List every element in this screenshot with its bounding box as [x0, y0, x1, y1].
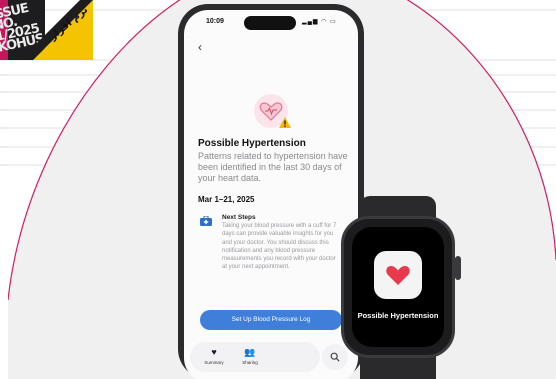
dynamic-island	[244, 16, 296, 30]
tab-summary[interactable]: ♥ Summary	[194, 346, 234, 365]
next-steps-body: Taking your blood pressure with a cuff f…	[222, 223, 337, 271]
tab-sharing-label: Sharing	[242, 360, 258, 365]
search-icon	[330, 352, 340, 362]
heart-icon: ♥	[211, 347, 217, 357]
iphone-device: 10:09 ▂▄▆ ◠ ▭ ‹ Possible Hypertension Pa…	[178, 4, 364, 379]
watch-screen: Possible Hypertension	[352, 227, 444, 347]
tab-summary-label: Summary	[204, 360, 224, 365]
setup-blood-pressure-log-button[interactable]: Set Up Blood Pressure Log	[200, 310, 342, 330]
heart-app-icon	[374, 251, 422, 299]
date-range: Mar 1–21, 2025	[198, 195, 255, 204]
health-app-screen: 10:09 ▂▄▆ ◠ ▭ ‹ Possible Hypertension Pa…	[184, 10, 358, 379]
people-icon: 👥	[244, 347, 256, 357]
watch-notification-text: Possible Hypertension	[357, 311, 439, 320]
status-icons: ▂▄▆ ◠ ▭	[302, 19, 337, 25]
apple-watch-device: Possible Hypertension	[341, 216, 455, 358]
status-time: 10:09	[206, 18, 224, 25]
chevron-left-icon[interactable]: ‹	[198, 40, 202, 54]
medical-kit-icon	[200, 216, 212, 226]
tab-bar: ♥ Summary 👥 Sharing	[190, 342, 320, 372]
heart-icon	[386, 266, 410, 285]
page-title: Possible Hypertension	[198, 138, 306, 149]
hypertension-description: Patterns related to hypertension have be…	[198, 151, 348, 183]
magazine-badge: ISSUE NO. 1/2025 KOHUS نرم افزار	[0, 0, 93, 60]
search-button[interactable]	[322, 344, 348, 370]
next-steps-title: Next Steps	[222, 214, 256, 221]
hypertension-illustration	[254, 94, 294, 134]
digital-crown	[455, 256, 461, 280]
tab-sharing[interactable]: 👥 Sharing	[230, 346, 270, 365]
warning-icon	[279, 117, 291, 128]
